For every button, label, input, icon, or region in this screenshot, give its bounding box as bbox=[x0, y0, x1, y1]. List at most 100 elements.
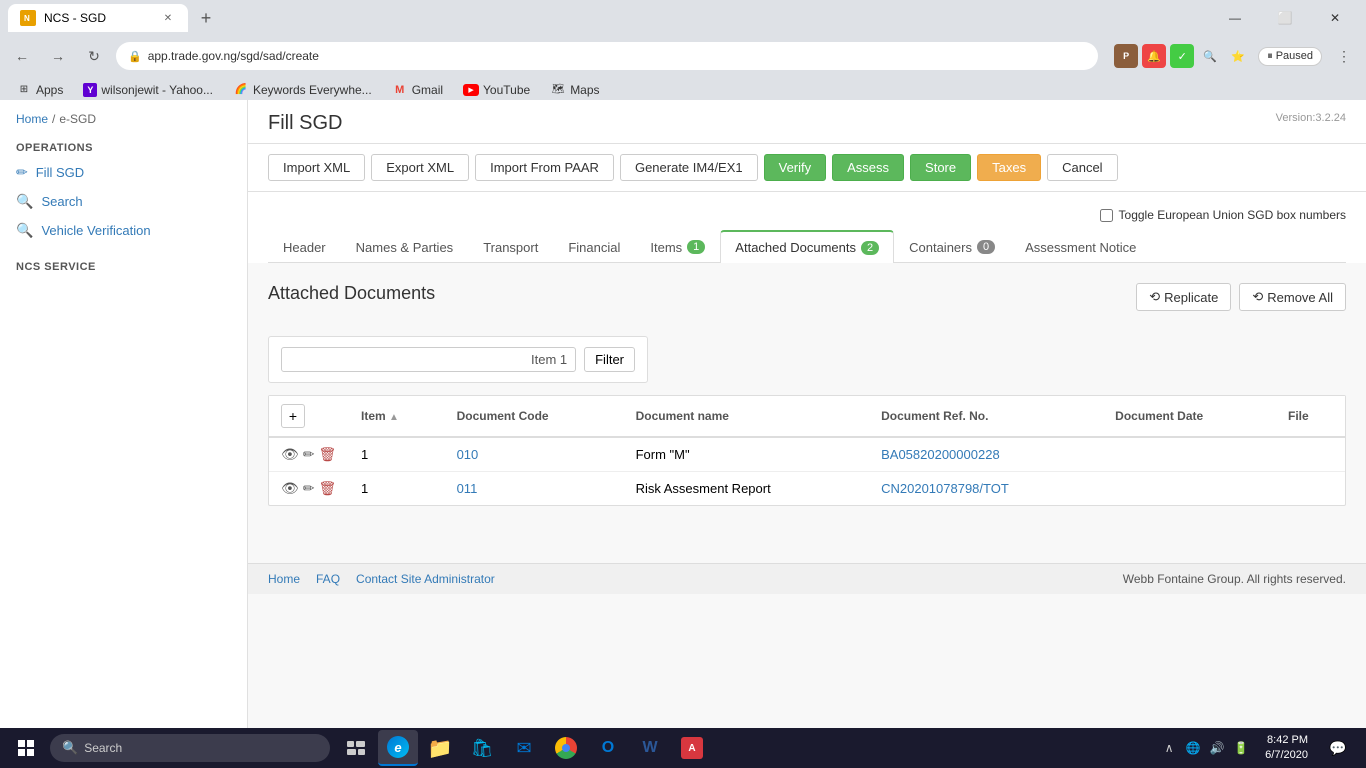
start-button[interactable] bbox=[4, 730, 48, 766]
notification-icon: 💬 bbox=[1329, 740, 1346, 757]
import-paar-button[interactable]: Import From PAAR bbox=[475, 154, 614, 181]
pause-label: Paused bbox=[1276, 50, 1313, 62]
footer-home-link[interactable]: Home bbox=[268, 572, 300, 586]
system-tray: ∧ 🌐 🔊 🔋 8:42 PM 6/7/2020 💬 bbox=[1159, 730, 1362, 766]
mail-taskbar-icon[interactable]: ✉ bbox=[504, 730, 544, 766]
paused-button[interactable]: ⏸ Paused bbox=[1258, 47, 1322, 66]
bookmark-keywords[interactable]: 🌈 Keywords Everywhe... bbox=[225, 80, 380, 100]
tab-assessment[interactable]: Assessment Notice bbox=[1010, 230, 1151, 263]
site-footer: Home FAQ Contact Site Administrator Webb… bbox=[248, 563, 1366, 594]
store-icon: 🛍 bbox=[471, 738, 494, 759]
tab-containers[interactable]: Containers 0 bbox=[894, 230, 1010, 263]
tab-items[interactable]: Items 1 bbox=[635, 230, 720, 263]
sidebar-item-fill-sgd[interactable]: ✏ Fill SGD bbox=[0, 158, 247, 187]
word-taskbar-icon[interactable]: W bbox=[630, 730, 670, 766]
col-doc-code[interactable]: Document Code bbox=[445, 396, 624, 437]
edge-taskbar-icon[interactable]: e bbox=[378, 730, 418, 766]
chrome-taskbar-icon[interactable] bbox=[546, 730, 586, 766]
url-input[interactable]: 🔒 app.trade.gov.ng/sgd/sad/create bbox=[116, 42, 1098, 70]
ext-icon-5[interactable]: ⭐ bbox=[1226, 44, 1250, 68]
delete-icon-row2[interactable]: 🗑 bbox=[319, 480, 337, 497]
ext-icon-2[interactable]: 🔔 bbox=[1142, 44, 1166, 68]
row-1-doc-date bbox=[1103, 437, 1276, 472]
store-button[interactable]: Store bbox=[910, 154, 971, 181]
tray-battery-icon[interactable]: 🔋 bbox=[1231, 738, 1251, 758]
footer-faq-link[interactable]: FAQ bbox=[316, 572, 340, 586]
store-taskbar-icon[interactable]: 🛍 bbox=[462, 730, 502, 766]
bookmark-gmail[interactable]: M Gmail bbox=[384, 80, 451, 100]
row-1-doc-ref: BA05820200000228 bbox=[869, 437, 1103, 472]
new-tab-button[interactable]: + bbox=[192, 4, 220, 32]
sidebar-item-search[interactable]: 🔍 Search bbox=[0, 187, 247, 216]
taskbar-search[interactable]: 🔍 Search bbox=[50, 734, 330, 762]
main-content: Fill SGD Version:3.2.24 Import XML Expor… bbox=[248, 100, 1366, 740]
forward-button[interactable]: → bbox=[44, 42, 72, 70]
tab-close-button[interactable]: ✕ bbox=[160, 10, 176, 26]
breadcrumb-current: e-SGD bbox=[59, 112, 96, 126]
sidebar-item-vehicle[interactable]: 🔍 Vehicle Verification bbox=[0, 216, 247, 245]
tab-names-parties[interactable]: Names & Parties bbox=[341, 230, 469, 263]
item-filter-input[interactable] bbox=[281, 347, 576, 372]
generate-button[interactable]: Generate IM4/EX1 bbox=[620, 154, 758, 181]
cancel-button[interactable]: Cancel bbox=[1047, 154, 1117, 181]
file-explorer-icon[interactable]: 📁 bbox=[420, 730, 460, 766]
reload-button[interactable]: ↻ bbox=[80, 42, 108, 70]
breadcrumb-home[interactable]: Home bbox=[16, 112, 48, 126]
tray-chevron[interactable]: ∧ bbox=[1159, 738, 1179, 758]
bookmark-yahoo-label: wilsonjewit - Yahoo... bbox=[101, 83, 213, 97]
keywords-icon: 🌈 bbox=[233, 82, 249, 98]
minimize-button[interactable]: — bbox=[1212, 4, 1258, 32]
fill-sgd-label: Fill SGD bbox=[36, 165, 84, 180]
edit-icon-row1[interactable]: ✏ bbox=[303, 446, 315, 463]
sort-arrow-icon: ▲ bbox=[389, 412, 399, 423]
row-2-file bbox=[1276, 472, 1345, 506]
view-icon-row2[interactable]: 👁 bbox=[281, 480, 299, 497]
export-xml-button[interactable]: Export XML bbox=[371, 154, 469, 181]
outlook-taskbar-icon[interactable]: O bbox=[588, 730, 628, 766]
col-item[interactable]: Item ▲ bbox=[349, 396, 445, 437]
replicate-button[interactable]: ⟲ Replicate bbox=[1136, 283, 1231, 311]
eu-toggle-checkbox[interactable] bbox=[1100, 209, 1113, 222]
page-title: Fill SGD bbox=[268, 112, 342, 135]
close-button[interactable]: ✕ bbox=[1312, 4, 1358, 32]
bookmark-youtube[interactable]: ▶ YouTube bbox=[455, 81, 538, 99]
row-2-doc-name: Risk Assesment Report bbox=[624, 472, 870, 506]
filter-button[interactable]: Filter bbox=[584, 347, 635, 372]
col-file[interactable]: File bbox=[1276, 396, 1345, 437]
acrobat-taskbar-icon[interactable]: A bbox=[672, 730, 712, 766]
bookmark-apps[interactable]: ⊞ Apps bbox=[8, 80, 71, 100]
ext-icon-3[interactable]: ✓ bbox=[1170, 44, 1194, 68]
delete-icon-row1[interactable]: 🗑 bbox=[319, 446, 337, 463]
remove-all-button[interactable]: ⟲ Remove All bbox=[1239, 283, 1346, 311]
footer-contact-link[interactable]: Contact Site Administrator bbox=[356, 572, 495, 586]
import-xml-button[interactable]: Import XML bbox=[268, 154, 365, 181]
edit-icon-row2[interactable]: ✏ bbox=[303, 480, 315, 497]
active-tab[interactable]: N NCS - SGD ✕ bbox=[8, 4, 188, 32]
maximize-button[interactable]: ⬜ bbox=[1262, 4, 1308, 32]
task-view-button[interactable] bbox=[336, 730, 376, 766]
tab-transport[interactable]: Transport bbox=[468, 230, 553, 263]
outlook-icon: O bbox=[602, 739, 614, 757]
ext-icon-1[interactable]: P bbox=[1114, 44, 1138, 68]
col-doc-date[interactable]: Document Date bbox=[1103, 396, 1276, 437]
assess-button[interactable]: Assess bbox=[832, 154, 904, 181]
menu-button[interactable]: ⋮ bbox=[1330, 42, 1358, 70]
taxes-button[interactable]: Taxes bbox=[977, 154, 1041, 181]
back-button[interactable]: ← bbox=[8, 42, 36, 70]
col-doc-ref[interactable]: Document Ref. No. bbox=[869, 396, 1103, 437]
tray-network-icon[interactable]: 🌐 bbox=[1183, 738, 1203, 758]
tab-header[interactable]: Header bbox=[268, 230, 341, 263]
col-doc-name[interactable]: Document name bbox=[624, 396, 870, 437]
extension-icons: P 🔔 ✓ 🔍 ⭐ bbox=[1114, 44, 1250, 68]
verify-button[interactable]: Verify bbox=[764, 154, 827, 181]
bookmark-yahoo[interactable]: Y wilsonjewit - Yahoo... bbox=[75, 81, 221, 99]
tab-financial[interactable]: Financial bbox=[553, 230, 635, 263]
bookmark-maps[interactable]: 🗺 Maps bbox=[542, 80, 607, 100]
notification-button[interactable]: 💬 bbox=[1322, 730, 1354, 766]
add-row-button[interactable]: + bbox=[281, 404, 305, 428]
system-clock[interactable]: 8:42 PM 6/7/2020 bbox=[1257, 733, 1316, 764]
tab-attached-documents[interactable]: Attached Documents 2 bbox=[720, 230, 894, 263]
tray-volume-icon[interactable]: 🔊 bbox=[1207, 738, 1227, 758]
ext-icon-4[interactable]: 🔍 bbox=[1198, 44, 1222, 68]
view-icon-row1[interactable]: 👁 bbox=[281, 446, 299, 463]
